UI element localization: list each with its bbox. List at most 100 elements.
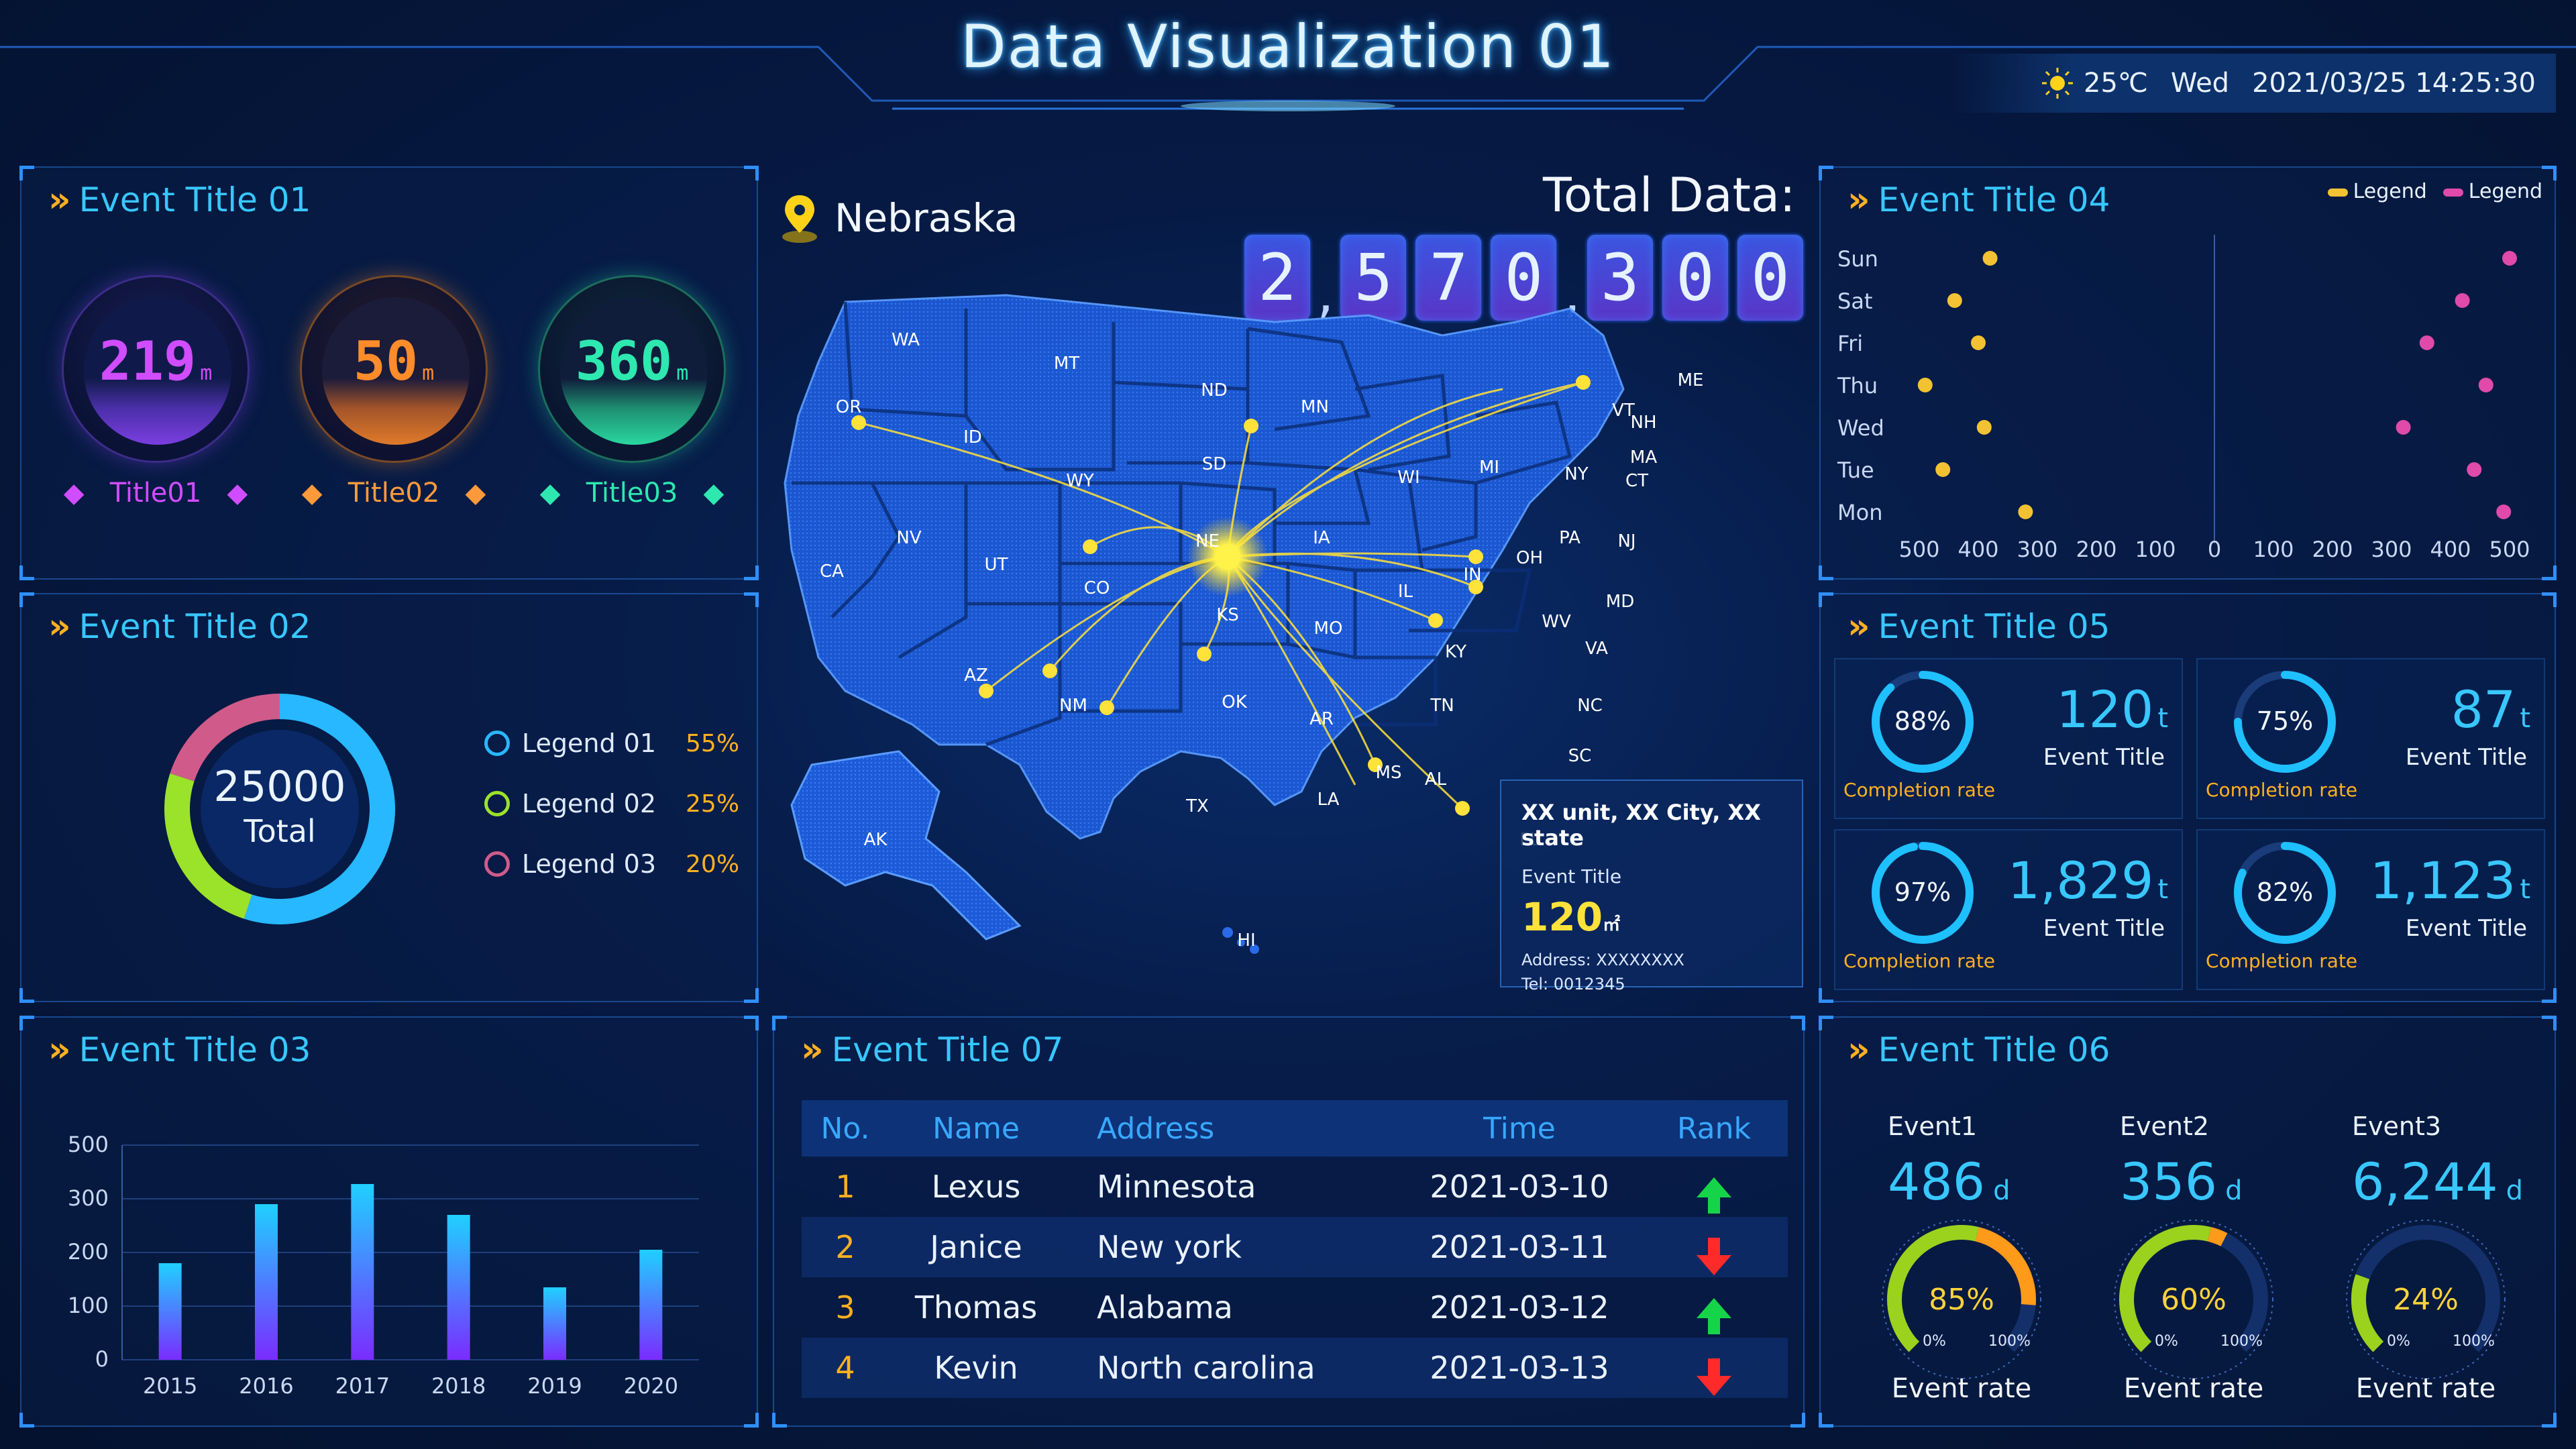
x-tick-label: 2015	[143, 1373, 197, 1399]
x-tick-label: 400	[2430, 537, 2471, 562]
bar	[351, 1184, 374, 1360]
state-label: CO	[1084, 578, 1110, 598]
panel-event-6: » Event Title 06 Event1 486 d 85% 0% 100% Event…	[1819, 1016, 2557, 1428]
completion-value: 1,829 t	[2007, 851, 2168, 910]
completion-pct: 82%	[2256, 877, 2314, 907]
completion-card: 75% Completion rate 87 t Event Title	[2196, 658, 2545, 819]
row-time: 2021-03-13	[1430, 1350, 1609, 1386]
column-header[interactable]: Rank	[1640, 1112, 1788, 1146]
sun-icon	[2042, 68, 2074, 99]
panel-event-1: » Event Title 01 219 m ◆ Title01 ◆ 50 m ◆ T…	[19, 166, 759, 580]
y-tick-label: 500	[68, 1132, 109, 1157]
state-label: MO	[1314, 619, 1343, 639]
state-label: CT	[1625, 471, 1648, 491]
gauge-label-3: ◆ Title03 ◆	[539, 478, 724, 508]
completion-value: 87 t	[2451, 680, 2530, 739]
state-label: ME	[1678, 370, 1704, 390]
bar-left-cap	[1947, 293, 1962, 308]
column-header[interactable]: Time	[1399, 1112, 1640, 1146]
x-tick-label: 0	[2208, 537, 2221, 562]
row-name: Thomas	[914, 1289, 1038, 1326]
panel-title: » Event Title 05	[1847, 606, 2110, 647]
diverging-bar-chart: Sun Sat Fri Thu Wed Tue Mon 500 400 300 200 100 0 100…	[1837, 235, 2530, 562]
completion-value: 1,123 t	[2369, 851, 2530, 910]
event-table: No. Name Address Time Rank 1 Lexus Minne…	[802, 1100, 1788, 1398]
event-value: 6,244 d	[2352, 1152, 2523, 1212]
bar-left-cap	[1971, 335, 1986, 350]
day-label: Mon	[1837, 500, 1882, 525]
card-tel: Tel: 0012345	[1521, 975, 1625, 994]
state-label: CA	[820, 561, 844, 582]
event-value: 356 d	[2120, 1152, 2243, 1212]
column-header[interactable]: Address	[1063, 1112, 1399, 1146]
x-tick-label: 500	[2489, 537, 2530, 562]
donut-legend-2: Legend 02 25%	[484, 789, 739, 818]
bar	[255, 1204, 278, 1360]
completion-rate-label: Completion rate	[1843, 779, 1996, 801]
rank-down-arrow-icon	[1697, 1358, 1731, 1396]
row-no: 2	[835, 1229, 855, 1265]
x-tick-label: 100	[2135, 537, 2176, 562]
y-tick-label: 100	[68, 1293, 109, 1318]
y-tick-label: 200	[68, 1239, 109, 1265]
rank-up-arrow-icon	[1697, 1298, 1731, 1334]
bar-right-cap	[2502, 251, 2517, 266]
status-bar: 25℃ Wed 2021/03/25 14:25:30	[1952, 54, 2556, 113]
x-tick-label: 2016	[239, 1373, 293, 1399]
table-row[interactable]: 1 Lexus Minnesota 2021-03-10	[802, 1157, 1788, 1217]
state-label: AZ	[964, 665, 988, 686]
x-tick-label: 2019	[527, 1373, 582, 1399]
state-label: UT	[985, 555, 1008, 575]
x-tick-label: 2017	[335, 1373, 390, 1399]
chevron-icon: »	[48, 180, 70, 220]
gauge-min: 0%	[2155, 1333, 2178, 1350]
card-address: Address: XXXXXXXX	[1521, 951, 1684, 969]
bar-right-cap	[2478, 378, 2493, 392]
gauge-value-2: 50 m	[353, 330, 435, 392]
completion-title: Event Title	[2405, 915, 2527, 942]
state-label: WV	[1542, 612, 1571, 632]
panel-event-3: » Event Title 03 500 300 200 100 0 2015 2016 201…	[19, 1016, 759, 1428]
gauge-pct: 60%	[2161, 1283, 2226, 1317]
column-header[interactable]: Name	[889, 1112, 1063, 1146]
gauge-pct: 85%	[1929, 1283, 1994, 1317]
gauge-arc	[2207, 1227, 2228, 1246]
gauge-label-2: ◆ Title02 ◆	[301, 478, 486, 508]
state-label: NY	[1564, 464, 1588, 484]
row-name: Lexus	[931, 1169, 1021, 1205]
row-address: New york	[1097, 1229, 1242, 1265]
state-label: NM	[1059, 696, 1087, 716]
row-name: Janice	[930, 1229, 1022, 1265]
row-no: 4	[835, 1350, 855, 1386]
state-label: AR	[1309, 709, 1334, 729]
x-tick-label: 300	[2017, 537, 2057, 562]
gauge-value-3: 360 m	[575, 330, 689, 392]
datetime: 2021/03/25 14:25:30	[2252, 68, 2536, 99]
row-time: 2021-03-10	[1430, 1169, 1609, 1205]
chevron-icon: »	[48, 606, 70, 647]
bar	[158, 1263, 182, 1360]
donut-legend-3: Legend 03 20%	[484, 849, 739, 879]
legend-swatch	[484, 791, 510, 816]
map-location: Nebraska	[778, 191, 1018, 245]
column-header[interactable]: No.	[802, 1112, 889, 1146]
state-label: KY	[1445, 642, 1466, 662]
completion-pct: 88%	[1894, 706, 1951, 736]
gauge-rate-label: Event rate	[2123, 1373, 2264, 1404]
state-label: IN	[1463, 565, 1481, 585]
bar-left-cap	[1982, 251, 1998, 266]
weather: 25℃	[2041, 66, 2148, 100]
row-address: Minnesota	[1097, 1169, 1256, 1205]
row-address: Alabama	[1097, 1289, 1233, 1326]
state-label: MI	[1479, 458, 1499, 478]
gauge-min: 0%	[2387, 1333, 2410, 1350]
donut-total-label: Total	[244, 813, 316, 849]
chevron-icon: »	[1847, 606, 1870, 647]
table-row[interactable]: 4 Kevin North carolina 2021-03-13	[802, 1338, 1788, 1398]
x-tick-label: 400	[1957, 537, 1998, 562]
table-row[interactable]: 2 Janice New york 2021-03-11	[802, 1217, 1788, 1277]
panel-title: » Event Title 06	[1847, 1030, 2110, 1070]
row-no: 1	[835, 1169, 855, 1205]
table-row[interactable]: 3 Thomas Alabama 2021-03-12	[802, 1277, 1788, 1338]
completion-rate-label: Completion rate	[2206, 950, 2358, 972]
